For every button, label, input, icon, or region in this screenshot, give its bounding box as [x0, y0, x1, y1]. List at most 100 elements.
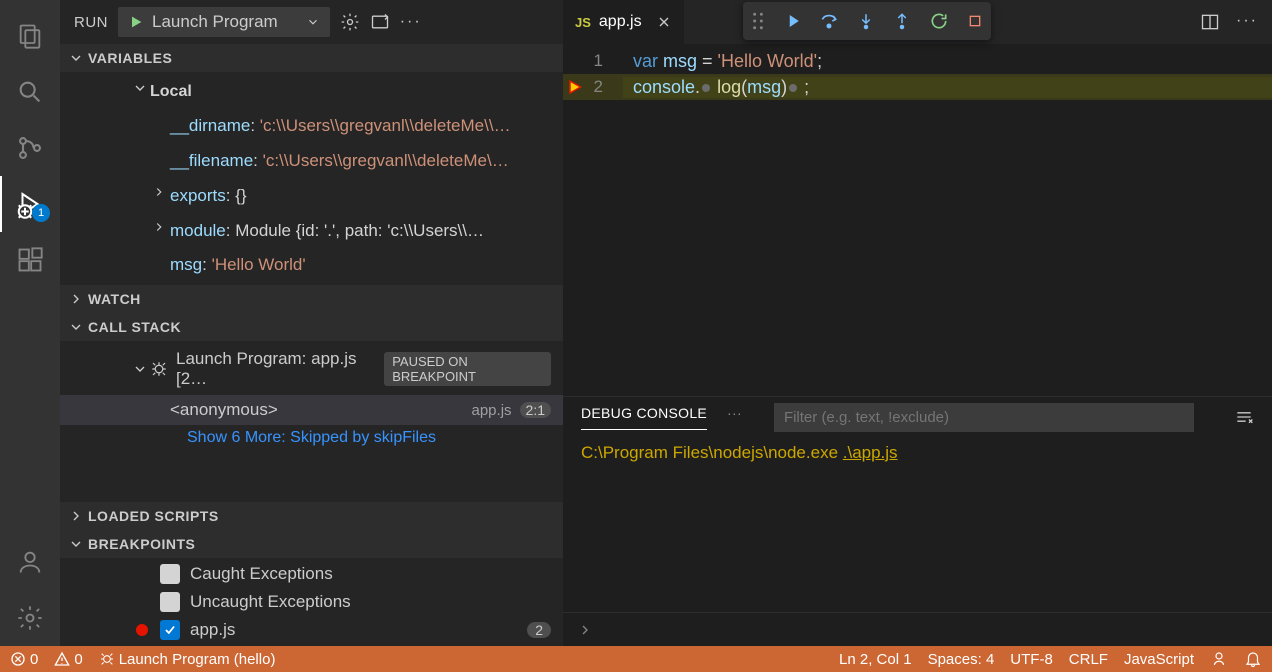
paused-badge: PAUSED ON BREAKPOINT — [384, 352, 551, 386]
var-msg[interactable]: msg: 'Hello World' — [60, 248, 563, 283]
console-arg[interactable]: .\app.js — [843, 443, 898, 462]
debug-toolbar[interactable] — [743, 2, 991, 40]
status-language[interactable]: JavaScript — [1124, 651, 1194, 668]
grip-icon[interactable] — [751, 12, 765, 30]
code-line-1[interactable]: 1 var msg = 'Hello World'; — [563, 48, 1272, 74]
debug-badge: 1 — [32, 204, 50, 222]
step-out-button[interactable] — [893, 12, 911, 30]
loaded-scripts-section[interactable]: LOADED SCRIPTS — [60, 502, 563, 530]
code-editor[interactable]: 1 var msg = 'Hello World'; 2 console. lo… — [563, 44, 1272, 100]
var-filename[interactable]: __filename: 'c:\\Users\\gregvanl\\delete… — [60, 144, 563, 179]
console-repl-input[interactable] — [563, 612, 1272, 646]
tab-debug-console[interactable]: DEBUG CONSOLE — [581, 405, 707, 430]
status-errors[interactable]: 0 — [10, 651, 38, 668]
breakpoints-label: BREAKPOINTS — [88, 536, 195, 552]
var-exports[interactable]: exports: {} — [60, 179, 563, 214]
debug-console-panel: DEBUG CONSOLE ··· C:\Program Files\nodej… — [563, 396, 1272, 646]
bell-icon[interactable] — [1244, 650, 1262, 668]
panel-more-icon[interactable]: ··· — [727, 405, 742, 429]
watch-section[interactable]: WATCH — [60, 285, 563, 313]
chevron-right-icon — [68, 508, 84, 524]
variables-body: Local __dirname: 'c:\\Users\\gregvanl\\d… — [60, 72, 563, 285]
config-name: Launch Program — [152, 12, 278, 32]
chevron-right-icon — [152, 220, 166, 234]
chevron-down-icon — [68, 319, 84, 335]
checkbox-checked[interactable] — [160, 620, 180, 640]
extensions-icon[interactable] — [0, 232, 60, 288]
explorer-icon[interactable] — [0, 8, 60, 64]
scope-local[interactable]: Local — [60, 74, 563, 109]
status-cursor[interactable]: Ln 2, Col 1 — [839, 651, 912, 668]
chevron-down-icon — [68, 50, 84, 66]
filter-input-wrap — [774, 403, 1194, 432]
callstack-body: Launch Program: app.js [2… PAUSED ON BRE… — [60, 341, 563, 453]
close-tab-icon[interactable] — [656, 14, 672, 30]
stop-button[interactable] — [967, 13, 983, 29]
console-exe: C:\Program Files\nodejs\node.exe — [581, 443, 843, 462]
bp-line-badge: 2 — [527, 622, 551, 638]
status-bar: 0 0 Launch Program (hello) Ln 2, Col 1 S… — [0, 646, 1272, 672]
clear-console-icon[interactable] — [1234, 407, 1254, 427]
bp-uncaught[interactable]: Uncaught Exceptions — [60, 588, 563, 616]
step-into-button[interactable] — [857, 12, 875, 30]
frame-loc: 2:1 — [520, 402, 551, 418]
chevron-down-icon — [132, 80, 148, 96]
split-editor-icon[interactable] — [1200, 12, 1220, 32]
status-spaces[interactable]: Spaces: 4 — [928, 651, 995, 668]
chevron-down-icon — [68, 536, 84, 552]
bp-file[interactable]: app.js 2 — [60, 616, 563, 644]
variables-label: VARIABLES — [88, 50, 172, 66]
inline-hint-icon — [702, 84, 710, 92]
run-debug-icon[interactable]: 1 — [0, 176, 60, 232]
step-over-button[interactable] — [819, 11, 839, 31]
panel-tabs: DEBUG CONSOLE ··· — [563, 397, 1272, 437]
status-eol[interactable]: CRLF — [1069, 651, 1108, 668]
run-title: RUN — [74, 14, 108, 31]
filter-input[interactable] — [774, 403, 1194, 432]
restart-button[interactable] — [929, 11, 949, 31]
code-line-2[interactable]: 2 console. log(msg) ; — [563, 74, 1272, 100]
inline-hint-icon — [789, 84, 797, 92]
stack-frame[interactable]: <anonymous> app.js 2:1 — [60, 395, 563, 425]
frame-file: app.js — [472, 402, 512, 419]
search-icon[interactable] — [0, 64, 60, 120]
callstack-thread[interactable]: Launch Program: app.js [2… PAUSED ON BRE… — [60, 343, 563, 395]
show-more-frames[interactable]: Show 6 More: Skipped by skipFiles — [60, 425, 563, 451]
bug-icon — [150, 360, 168, 378]
chevron-down-icon — [306, 15, 320, 29]
activity-bar: 1 — [0, 0, 60, 646]
more-icon[interactable]: ··· — [400, 13, 422, 31]
launch-config-select[interactable]: Launch Program — [118, 7, 330, 37]
console-output[interactable]: C:\Program Files\nodejs\node.exe .\app.j… — [563, 437, 1272, 612]
start-debug-icon[interactable] — [128, 14, 144, 30]
checkbox-unchecked[interactable] — [160, 564, 180, 584]
checkbox-unchecked[interactable] — [160, 592, 180, 612]
callstack-section[interactable]: CALL STACK — [60, 313, 563, 341]
debug-sidebar: RUN Launch Program ··· VARIABLES Local _… — [60, 0, 563, 646]
breakpoints-section[interactable]: BREAKPOINTS — [60, 530, 563, 558]
line-number: 2 — [594, 77, 603, 96]
chevron-down-icon — [132, 361, 148, 377]
debug-console-icon[interactable] — [370, 12, 390, 32]
var-module[interactable]: module: Module {id: '.', path: 'c:\\User… — [60, 214, 563, 249]
continue-button[interactable] — [783, 12, 801, 30]
bp-caught[interactable]: Caught Exceptions — [60, 560, 563, 588]
status-encoding[interactable]: UTF-8 — [1010, 651, 1053, 668]
thread-name: Launch Program: app.js [2… — [176, 349, 376, 389]
accounts-icon[interactable] — [0, 534, 60, 590]
status-warnings[interactable]: 0 — [54, 651, 82, 668]
feedback-icon[interactable] — [1210, 650, 1228, 668]
watch-label: WATCH — [88, 291, 141, 307]
status-launch[interactable]: Launch Program (hello) — [99, 651, 276, 668]
chevron-right-icon — [152, 185, 166, 199]
settings-gear-icon[interactable] — [0, 590, 60, 646]
tab-app-js[interactable]: JS app.js — [563, 0, 685, 44]
gear-icon[interactable] — [340, 12, 360, 32]
var-dirname[interactable]: __dirname: 'c:\\Users\\gregvanl\\deleteM… — [60, 109, 563, 144]
source-control-icon[interactable] — [0, 120, 60, 176]
editor-area: JS app.js ··· 1 var msg = 'Hello World'; — [563, 0, 1272, 646]
sidebar-header: RUN Launch Program ··· — [60, 0, 563, 44]
frame-name: <anonymous> — [170, 400, 278, 420]
variables-section[interactable]: VARIABLES — [60, 44, 563, 72]
more-actions-icon[interactable]: ··· — [1236, 12, 1258, 32]
